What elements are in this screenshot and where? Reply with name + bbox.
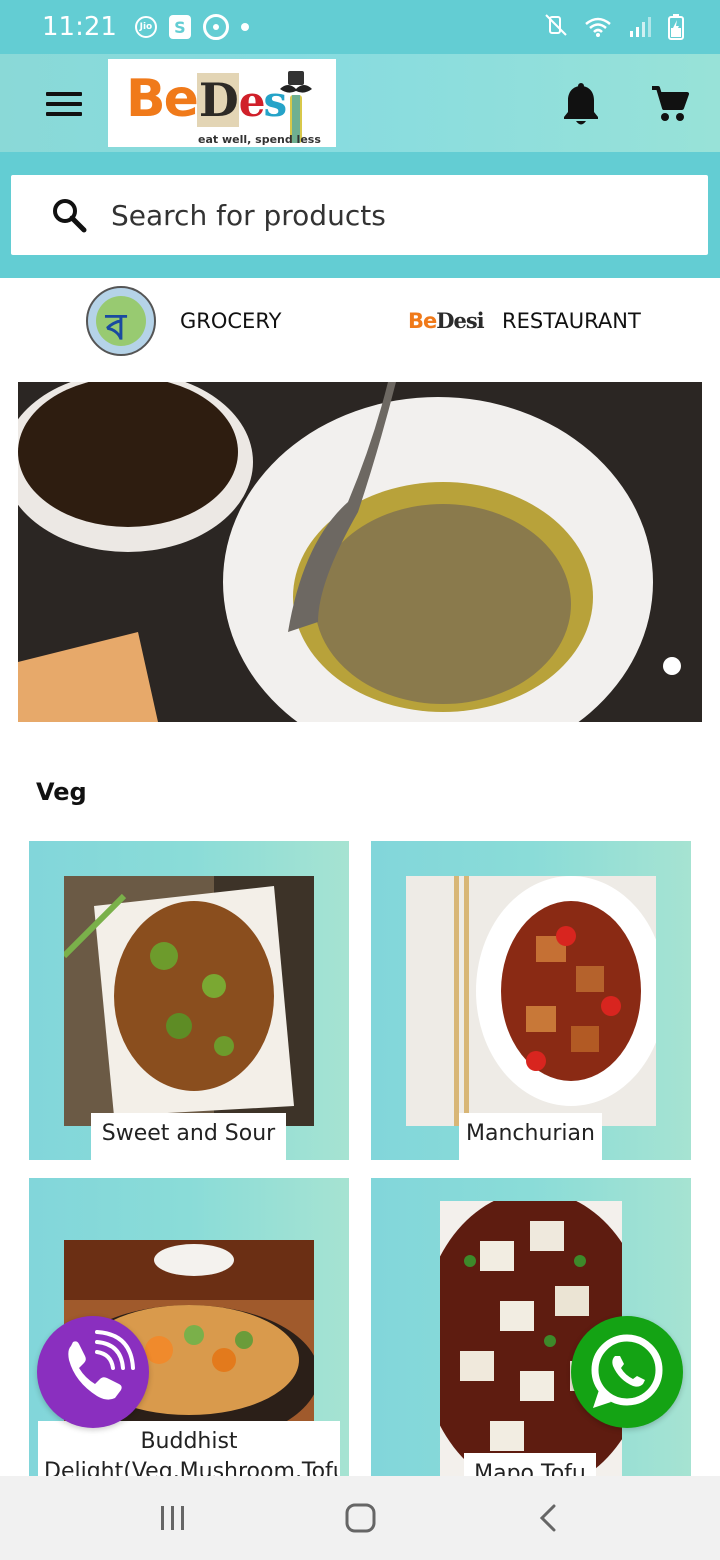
signal-icon [628,16,652,38]
recent-apps-icon[interactable] [143,1496,203,1540]
app-bar: BeDes eat well, spend less [0,54,720,152]
call-button[interactable] [37,1316,149,1428]
banner-pager-dot[interactable] [663,657,681,675]
bedesi-mini-logo-icon: BeDesi [408,308,485,333]
back-icon[interactable] [518,1496,578,1540]
jio-icon: Jio [134,16,157,38]
banner-food-image [18,382,702,722]
whatsapp-button[interactable] [571,1316,683,1428]
category-row: ব GROCERY BeDesi RESTAURANT [0,278,720,364]
shopify-bag-icon: S [168,15,191,39]
notification-icons: Jio S [134,14,249,40]
product-image [64,876,314,1126]
bedesi-logo[interactable]: BeDes eat well, spend less [108,59,336,147]
promo-banner[interactable] [18,382,702,722]
category-restaurant[interactable]: BeDesi RESTAURANT [408,278,641,364]
cart-icon[interactable] [650,84,690,124]
search-icon [53,199,87,233]
product-card[interactable]: Sweet and Sour [29,841,349,1160]
category-label: RESTAURANT [502,309,641,333]
battery-icon [668,14,684,40]
status-bar: 11:21 Jio S [0,0,720,54]
bell-icon[interactable] [560,82,602,126]
search-band: Search for products [0,152,720,278]
search-input[interactable]: Search for products [11,175,708,255]
search-placeholder: Search for products [111,198,386,232]
vibrate-mute-icon [544,13,568,42]
dot-icon [240,23,249,31]
category-label: GROCERY [180,309,282,333]
product-card[interactable]: Manchurian [371,841,691,1160]
logo-wordmark: BeDes [126,69,287,129]
phone-icon [68,1330,135,1400]
system-nav-bar [0,1476,720,1560]
section-title: Veg [36,778,87,806]
grocery-logo-icon: ব [86,286,156,356]
whatsapp-icon [591,1334,663,1408]
wifi-icon [584,16,612,38]
app-screen: 11:21 Jio S BeDes eat well, spend less S… [0,0,720,1560]
fan-icon [202,14,229,40]
product-name: Manchurian [459,1113,602,1160]
logo-tagline: eat well, spend less [198,133,321,146]
status-right-icons [544,13,684,42]
menu-icon[interactable] [46,90,82,118]
product-image [406,876,656,1126]
category-grocery[interactable]: ব GROCERY [86,278,281,364]
product-name: Sweet and Sour [91,1113,286,1160]
status-time: 11:21 [42,12,117,42]
home-icon[interactable] [330,1496,390,1540]
